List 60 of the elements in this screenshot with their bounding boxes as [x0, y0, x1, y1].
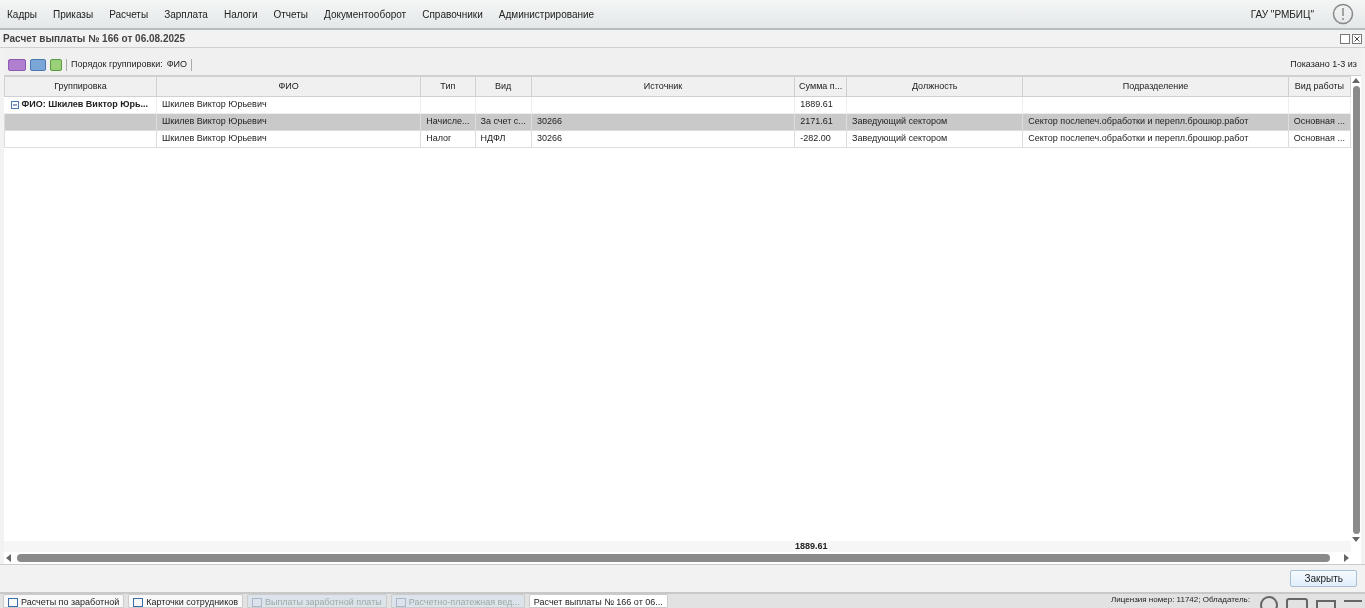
taskbar-tab[interactable]: Карточки сотрудников: [128, 594, 243, 608]
table-cell: Шкилев Виктор Юрьевич: [161, 99, 267, 110]
menu-item[interactable]: Администрирование: [498, 6, 595, 22]
column-header[interactable]: Тип: [420, 76, 475, 97]
total-sum: 1889.61: [795, 541, 828, 551]
table-cell: -282.00: [800, 133, 831, 144]
column-header[interactable]: Группировка: [4, 76, 157, 97]
menu-item[interactable]: Зарплата: [164, 6, 208, 22]
column-header[interactable]: ФИО: [156, 76, 421, 97]
print-dropdown-button[interactable]: [30, 58, 46, 71]
refresh-icon[interactable]: [50, 58, 62, 71]
table-cell: Шкилев Виктор Юрьевич: [161, 133, 267, 144]
taskbar-tab[interactable]: Расчеты по заработной: [3, 594, 125, 608]
column-header[interactable]: Источник: [531, 76, 795, 97]
column-header[interactable]: Подразделение: [1022, 76, 1289, 97]
table-cell: 1889.61: [800, 99, 833, 110]
group-header-cell[interactable]: ФИО: Шкилев Виктор Юрь...: [4, 96, 157, 114]
table-cell: Налог: [426, 133, 452, 144]
table-cell: 30266: [536, 133, 562, 144]
close-button[interactable]: Закрыть: [1290, 570, 1357, 587]
grouping-value[interactable]: ФИО: [166, 57, 187, 72]
group-label: ФИО: Шкилев Виктор Юрь...: [21, 99, 148, 110]
window-icon: [251, 598, 262, 607]
window-icon: [395, 598, 406, 607]
table-cell: За счет с...: [480, 116, 526, 127]
menu-item[interactable]: Справочники: [422, 6, 483, 22]
table-cell: Сектор послепеч.обработки и перепл.брошюр.работ: [1028, 116, 1249, 127]
window-title: Расчет выплаты № 166 от 06.08.2025: [3, 32, 186, 46]
table-cell: Заведующий сектором: [852, 133, 948, 144]
menu-item[interactable]: Налоги: [223, 6, 258, 22]
alert-icon[interactable]: [1332, 3, 1354, 25]
table-cell: 30266: [536, 116, 562, 127]
restore-icon[interactable]: [1340, 33, 1350, 44]
table-cell: Основная ...: [1293, 116, 1345, 127]
menu-item[interactable]: Приказы: [53, 6, 94, 22]
taskbar-tab[interactable]: Расчет выплаты № 166 от 06...: [528, 594, 668, 608]
window-icon: [8, 598, 18, 607]
menu-item[interactable]: Отчеты: [273, 6, 309, 22]
table-cell: Основная ...: [1293, 133, 1345, 144]
table-cell: Сектор послепеч.обработки и перепл.брошюр.работ: [1028, 133, 1249, 144]
column-header[interactable]: Должность: [846, 76, 1023, 97]
collapse-icon[interactable]: [10, 100, 19, 109]
column-header[interactable]: Вид: [475, 76, 532, 97]
table-cell: Начисле...: [426, 116, 470, 127]
column-header[interactable]: Вид работы: [1288, 76, 1351, 97]
table-cell: Шкилев Виктор Юрьевич: [161, 116, 267, 127]
window-icon: [133, 598, 144, 607]
organization-name: ГАУ "РМБИЦ": [1250, 7, 1314, 22]
close-icon[interactable]: [1352, 33, 1362, 44]
column-header[interactable]: Сумма п...: [794, 76, 847, 97]
menu-item[interactable]: Кадры: [7, 6, 37, 22]
grouping-label: Порядок группировки:: [71, 57, 163, 71]
table-cell: 2171.61: [800, 116, 833, 127]
settings-dropdown-button[interactable]: [8, 58, 26, 71]
table-cell: НДФЛ: [480, 133, 506, 144]
menu-item[interactable]: Документооборот: [324, 6, 407, 22]
table-cell: Заведующий сектором: [852, 116, 948, 127]
license-text: Лицензия номер: 11742; Обладатель:: [1111, 594, 1250, 606]
records-shown-text: Показано 1-3 из: [1290, 57, 1357, 71]
menu-item[interactable]: Расчеты: [109, 6, 149, 22]
